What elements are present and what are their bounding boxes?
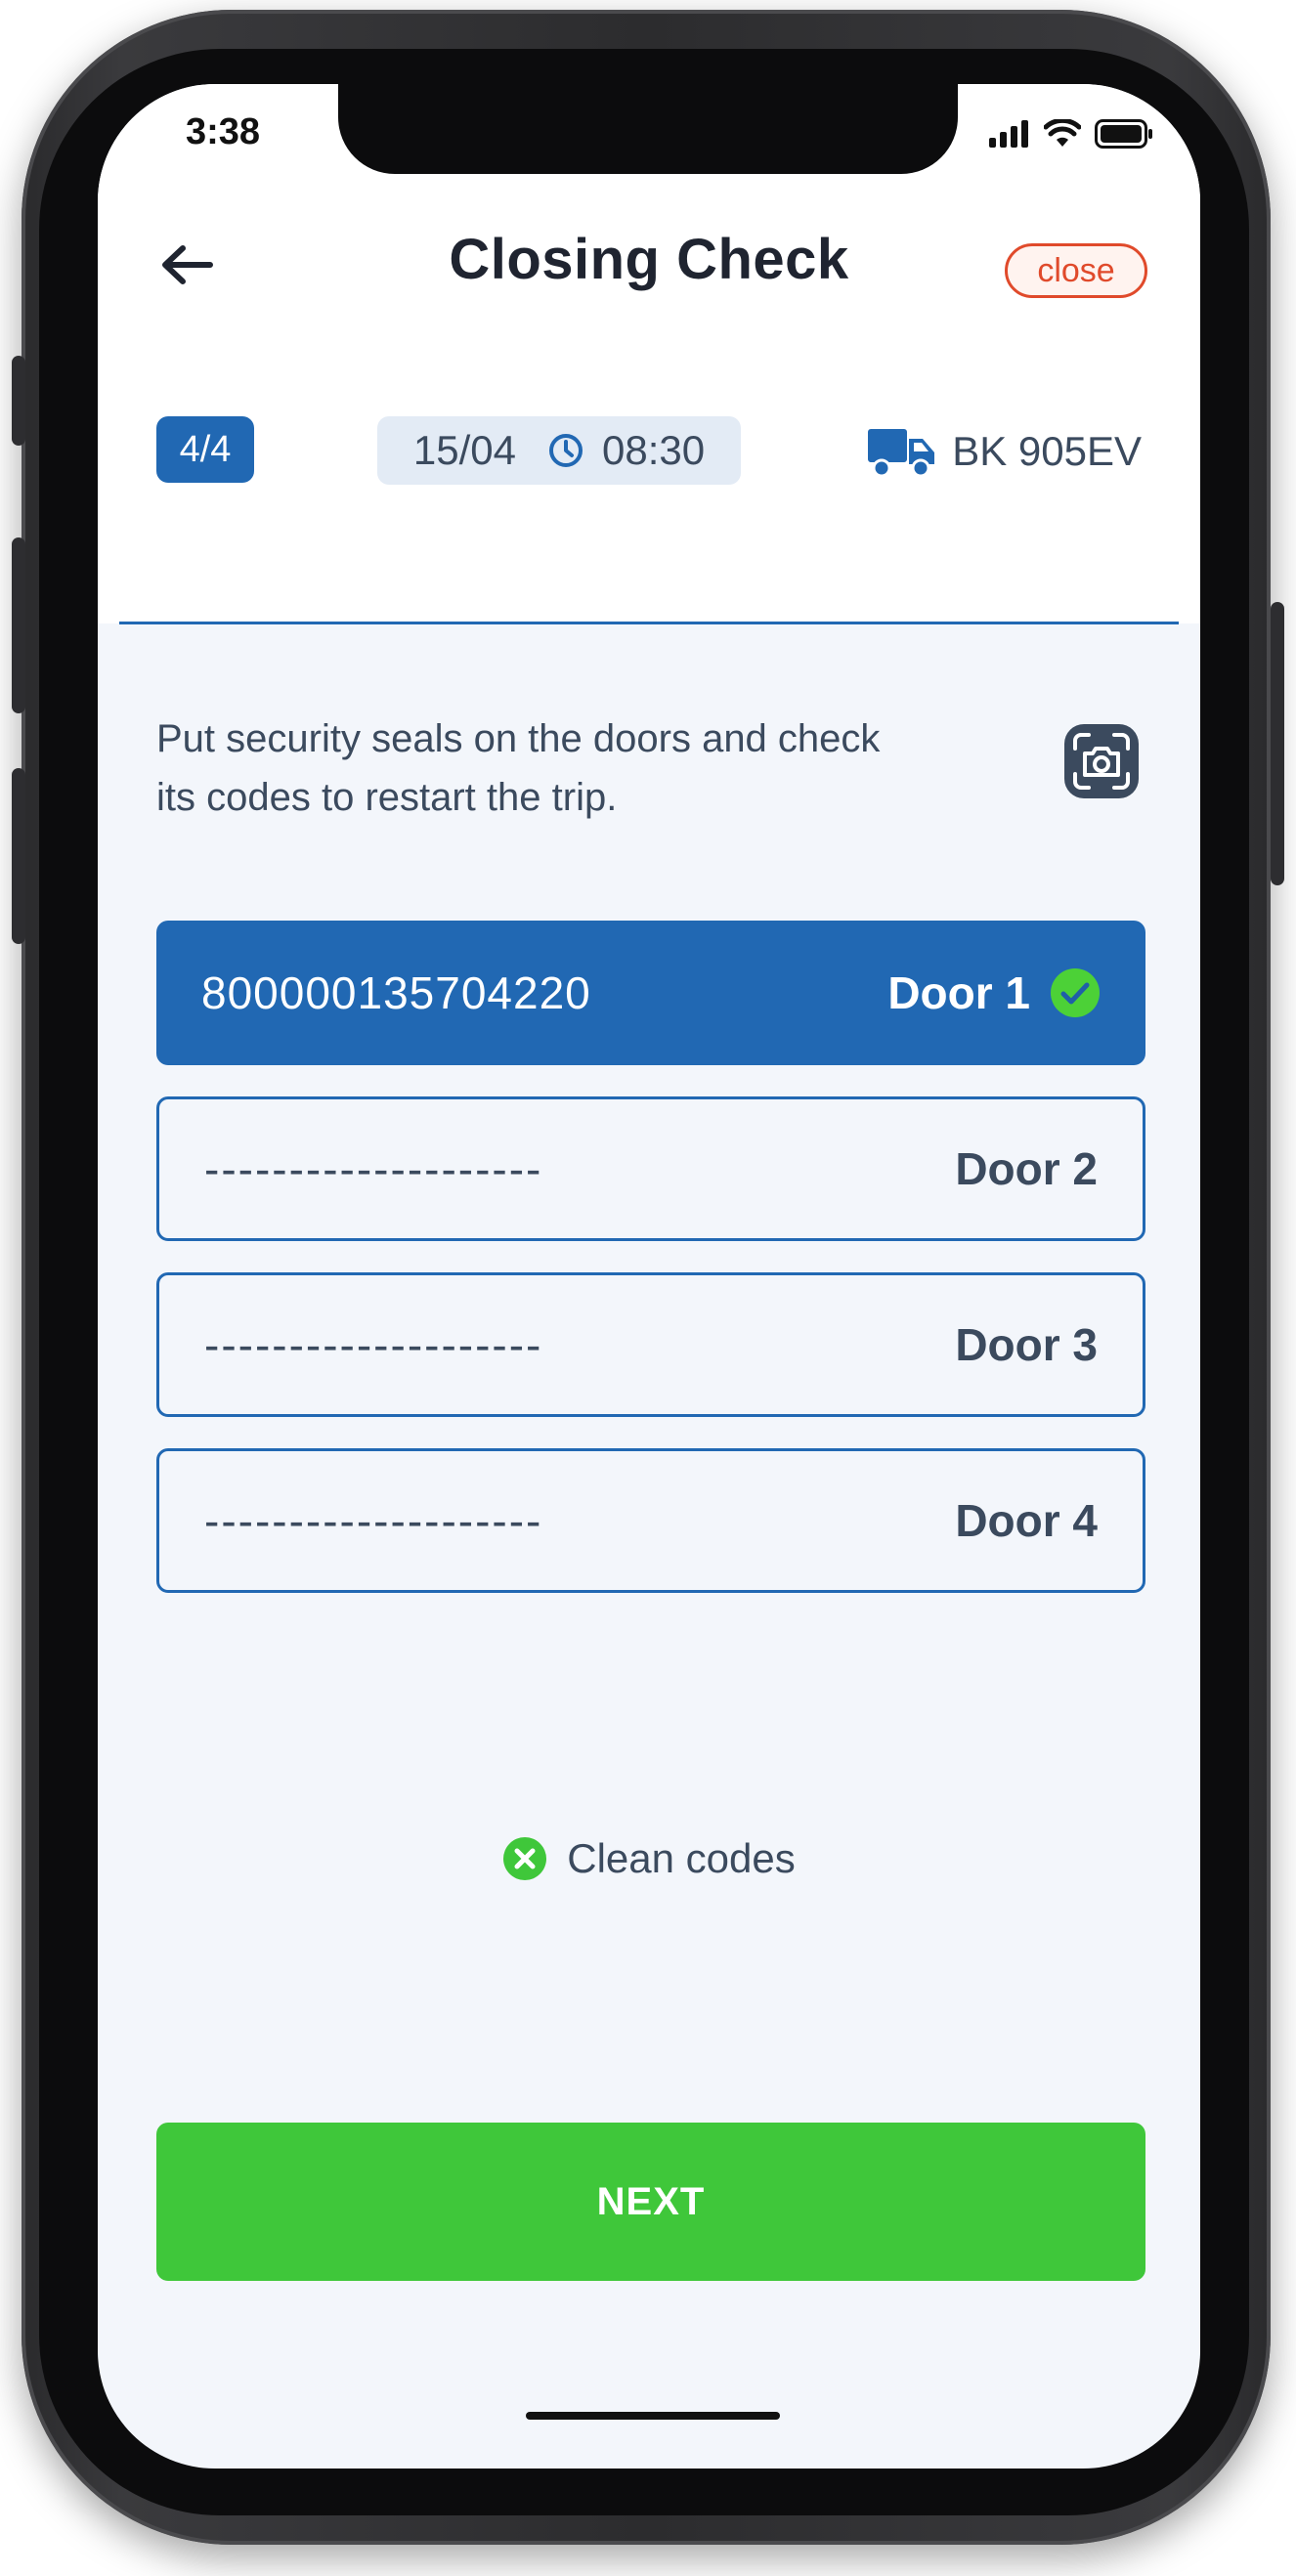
next-button[interactable]: NEXT — [156, 2123, 1145, 2281]
header-divider — [119, 622, 1179, 624]
home-indicator[interactable] — [526, 2412, 780, 2420]
door-seal-code: -------------------- — [204, 1143, 543, 1194]
truck-icon — [868, 429, 935, 478]
door-seal-row-1[interactable]: 800000135704220 Door 1 — [156, 921, 1145, 1065]
wifi-icon — [1044, 119, 1081, 147]
trip-time: 08:30 — [602, 427, 706, 473]
battery-icon — [1095, 119, 1152, 149]
close-button[interactable]: close — [1005, 243, 1147, 298]
door-seal-code: -------------------- — [204, 1495, 543, 1546]
camera-notch — [338, 84, 958, 174]
door-seal-code: 800000135704220 — [201, 967, 591, 1018]
status-time: 3:38 — [186, 111, 261, 152]
check-circle-icon — [1051, 968, 1100, 1017]
door-label: Door 4 — [955, 1495, 1098, 1546]
door-label: Door 1 — [887, 967, 1030, 1018]
trip-date: 15/04 — [412, 427, 516, 473]
door-label-wrap: Door 1 — [887, 966, 1101, 1019]
instructions-text: Put security seals on the doors and chec… — [156, 717, 881, 819]
volume-down-button — [12, 768, 25, 944]
door-seal-row-2[interactable]: -------------------- Door 2 — [156, 1096, 1145, 1241]
door-seal-code: -------------------- — [204, 1319, 543, 1370]
door-label: Door 2 — [955, 1143, 1098, 1194]
power-button — [1271, 602, 1284, 885]
app-screen: 3:38 Closing Check close 4/4 15/04 08:30… — [98, 84, 1200, 2469]
status-icons — [989, 119, 1153, 149]
clean-codes-button[interactable]: Clean codes — [98, 1835, 1200, 1882]
mute-switch — [12, 356, 25, 446]
clean-codes-label: Clean codes — [567, 1835, 796, 1881]
camera-scan-icon — [1064, 724, 1139, 798]
date-time-chip: 15/04 08:30 — [377, 416, 741, 485]
vehicle-plate: BK 905EV — [952, 428, 1142, 474]
clock-icon — [547, 432, 584, 469]
x-circle-icon — [503, 1837, 547, 1880]
vehicle-info: BK 905EV — [866, 420, 1142, 483]
door-seal-row-3[interactable]: -------------------- Door 3 — [156, 1272, 1145, 1417]
scan-camera-button[interactable] — [1061, 721, 1142, 801]
cellular-signal-icon — [989, 120, 1028, 148]
volume-up-button — [12, 537, 25, 713]
step-indicator: 4/4 — [156, 416, 254, 483]
door-label: Door 3 — [955, 1319, 1098, 1370]
door-seal-row-4[interactable]: -------------------- Door 4 — [156, 1448, 1145, 1593]
